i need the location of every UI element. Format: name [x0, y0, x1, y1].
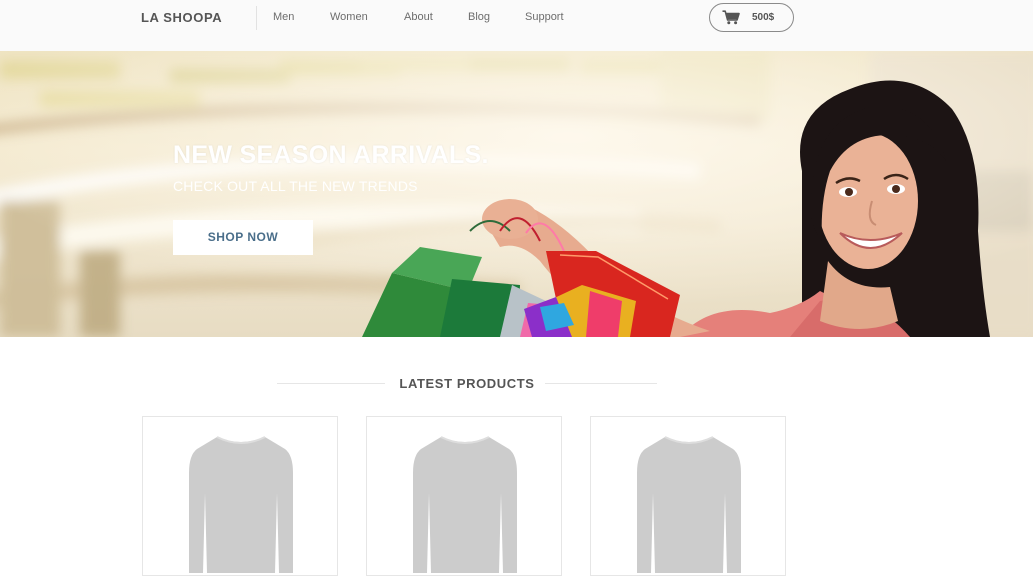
sweater-icon [637, 436, 741, 573]
product-card[interactable] [590, 416, 786, 576]
nav-link-about[interactable]: About [404, 11, 433, 23]
hero-banner: NEW SEASON ARRIVALS. CHECK OUT ALL THE N… [0, 51, 1033, 337]
hero-model-image [362, 80, 990, 337]
sweater-icon [413, 436, 517, 573]
heading-rule-right [545, 383, 657, 384]
logo-divider [256, 6, 257, 30]
latest-products-header: LATEST PRODUCTS [277, 374, 657, 394]
nav-link-blog[interactable]: Blog [468, 11, 490, 23]
cart-total: 500$ [752, 12, 775, 23]
shop-now-button[interactable]: SHOP NOW [173, 220, 313, 255]
site-header: LA SHOOPA Men Women About Blog Support 5… [0, 0, 1033, 51]
nav-link-women[interactable]: Women [330, 11, 368, 23]
product-card[interactable] [366, 416, 562, 576]
shopping-cart-icon [722, 10, 740, 25]
sweater-icon [189, 436, 293, 573]
cart-button[interactable]: 500$ [709, 3, 794, 32]
site-logo[interactable]: LA SHOOPA [141, 10, 222, 25]
product-card[interactable] [142, 416, 338, 576]
nav-link-men[interactable]: Men [273, 11, 294, 23]
nav-link-support[interactable]: Support [525, 11, 564, 23]
